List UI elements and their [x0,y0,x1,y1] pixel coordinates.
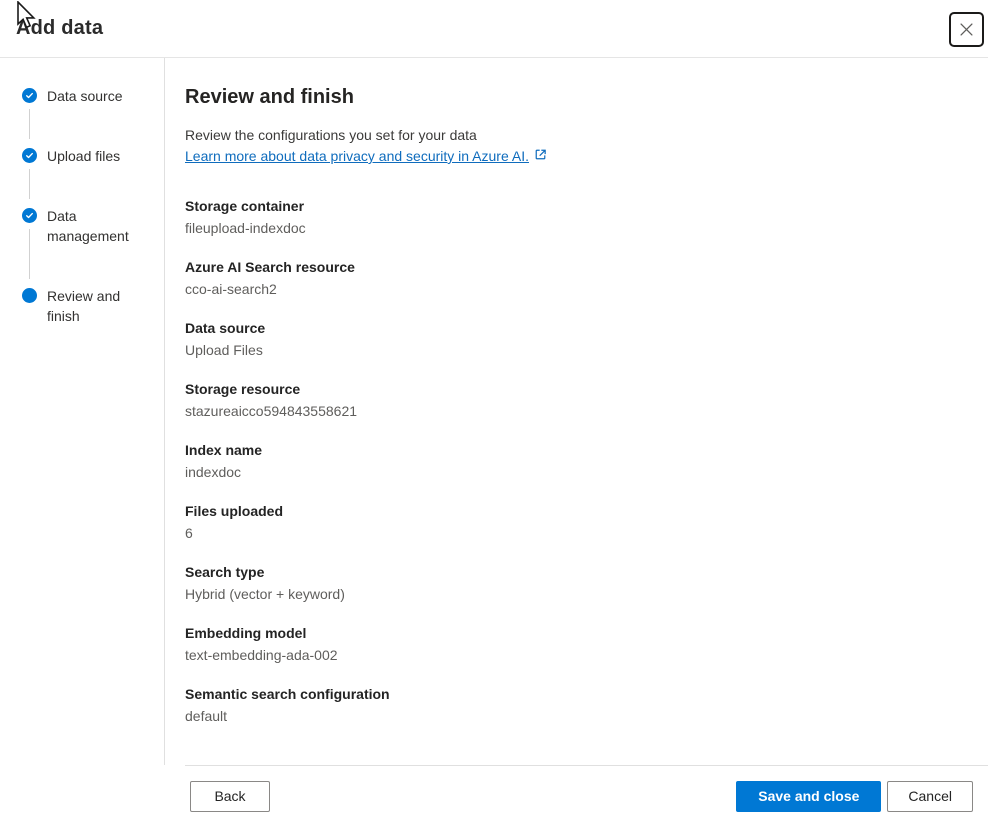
check-icon [26,152,33,159]
field-label: Storage container [185,198,305,214]
close-icon [960,23,973,36]
field-value: 6 [185,525,193,541]
field-value: indexdoc [185,464,242,480]
review-field: Search type Hybrid (vector + keyword) [185,561,958,605]
add-data-dialog: Add data Data source Upload files Data m… [0,0,988,826]
description-text: Review the configurations you set for yo… [185,127,477,143]
review-field: Azure AI Search resource cco-ai-search2 [185,256,958,300]
step-label: Upload files [47,148,121,164]
close-button[interactable] [949,12,984,47]
wizard-step-data-management[interactable]: Data management [22,206,152,286]
field-label: Index name [185,442,263,458]
wizard-steps-list: Data source Upload files Data management… [22,86,152,326]
step-label: Review and finish [47,288,121,324]
field-value: text-embedding-ada-002 [185,647,338,663]
review-field: Semantic search configuration default [185,683,958,727]
external-link-icon [534,146,547,167]
wizard-step-data-source[interactable]: Data source [22,86,152,146]
review-field: Storage resource stazureaicco59484355862… [185,378,958,422]
step-status-icon [22,88,37,103]
page-title: Review and finish [185,86,354,108]
field-label: Files uploaded [185,503,284,519]
check-icon [26,92,33,99]
learn-more-link-text: Learn more about data privacy and securi… [185,148,529,164]
field-label: Search type [185,564,265,580]
review-field: Storage container fileupload-indexdoc [185,195,958,239]
field-value: Hybrid (vector + keyword) [185,586,345,602]
review-field: Data source Upload Files [185,317,958,361]
step-status-icon [22,148,37,163]
wizard-step-upload-files[interactable]: Upload files [22,146,152,206]
cancel-button[interactable]: Cancel [887,780,973,812]
dialog-body: Data source Upload files Data management… [0,58,988,765]
field-label: Embedding model [185,625,307,641]
field-label: Azure AI Search resource [185,259,355,275]
wizard-steps-sidebar: Data source Upload files Data management… [0,58,165,765]
dialog-header: Add data [0,0,988,58]
footer-action-group: Save and close Cancel [736,780,973,812]
dialog-footer: Back Save and close Cancel [185,765,988,826]
back-button[interactable]: Back [190,780,270,812]
step-label: Data management [47,208,129,244]
review-panel: Review and finish Review the configurati… [165,58,988,765]
field-label: Storage resource [185,381,301,397]
check-icon [26,212,33,219]
field-label: Semantic search configuration [185,686,390,702]
learn-more-link[interactable]: Learn more about data privacy and securi… [185,146,547,167]
field-value: cco-ai-search2 [185,281,277,297]
wizard-step-review-and-finish[interactable]: Review and finish [22,286,152,326]
step-status-icon [22,208,37,223]
field-value: stazureaicco594843558621 [185,403,358,419]
review-field: Index name indexdoc [185,439,958,483]
review-field: Embedding model text-embedding-ada-002 [185,622,958,666]
field-label: Data source [185,320,266,336]
field-value: Upload Files [185,342,263,358]
save-and-close-button[interactable]: Save and close [736,780,882,812]
review-field: Files uploaded 6 [185,500,958,544]
review-fields-list: Storage container fileupload-indexdoc Az… [185,195,958,727]
field-value: fileupload-indexdoc [185,220,306,236]
field-value: default [185,708,228,724]
step-status-icon [22,288,37,303]
dialog-title: Add data [16,17,104,39]
step-label: Data source [47,88,123,104]
